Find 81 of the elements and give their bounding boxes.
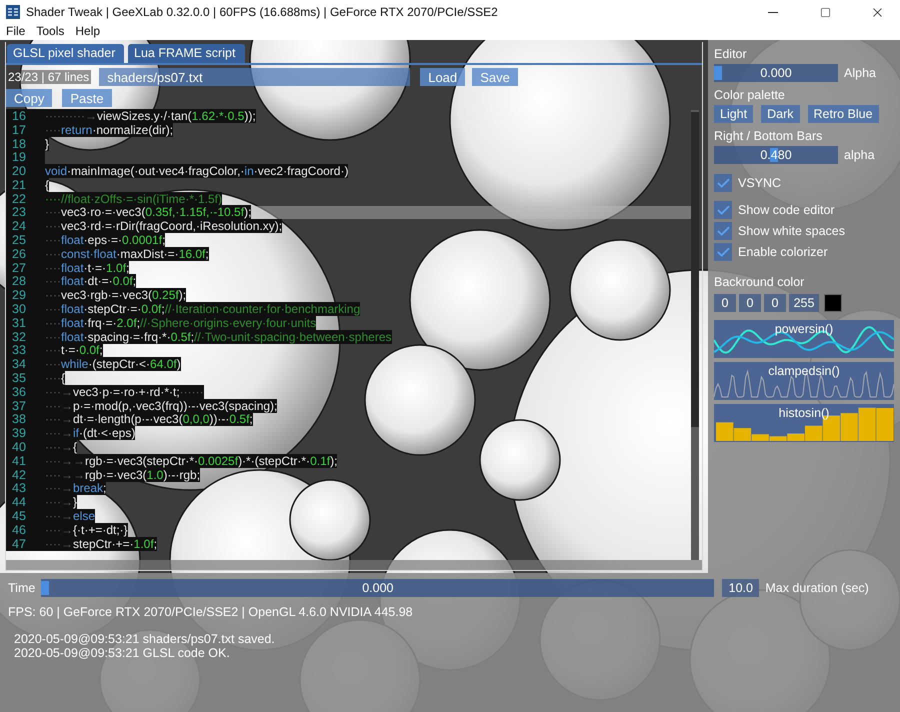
- line-number: 26: [6, 246, 45, 261]
- log-line: 2020-05-09@09:53:21 GLSL code OK.: [14, 646, 231, 660]
- line-number: 21: [6, 178, 45, 192]
- palette-button[interactable]: Dark: [761, 105, 800, 123]
- duration-field[interactable]: 10.0: [722, 579, 760, 597]
- color-channel-field[interactable]: 0: [714, 294, 736, 312]
- line-number: 28: [6, 274, 45, 288]
- slider-thumb[interactable]: [41, 581, 50, 595]
- line-number: 33: [6, 344, 45, 358]
- line-number: 17: [6, 122, 45, 137]
- plot-title: clampedsin(): [767, 364, 841, 378]
- line-number: 18: [6, 136, 45, 150]
- section-title: Color palette: [714, 88, 786, 102]
- clipboard-button[interactable]: Copy: [6, 89, 52, 107]
- line-number: 16: [6, 109, 45, 123]
- line-number: 38: [6, 412, 45, 426]
- slider-thumb[interactable]: [714, 66, 722, 80]
- checkbox-label: Show white spaces: [738, 224, 846, 238]
- time-slider[interactable]: 0.000: [41, 579, 714, 597]
- line-number: 36: [6, 384, 45, 399]
- color-channel-field[interactable]: 0: [739, 294, 761, 312]
- line-number: 40: [6, 440, 45, 454]
- line-number: 35: [6, 371, 45, 385]
- slider-label: Alpha: [844, 66, 876, 80]
- line-number: 27: [6, 260, 45, 275]
- line-number: 25: [6, 233, 45, 247]
- horizontal-scrollbar[interactable]: [6, 560, 702, 570]
- palette-button[interactable]: Light: [714, 105, 754, 123]
- slider-label: alpha: [844, 148, 875, 162]
- color-channel-field[interactable]: 255: [789, 294, 819, 312]
- tab[interactable]: GLSL pixel shader: [7, 44, 124, 63]
- checkbox[interactable]: [714, 174, 732, 192]
- line-number: 45: [6, 509, 45, 523]
- window-title: Shader Tweak | GeeXLab 0.32.0.0 | 60FPS (16.688ms) | GeForce RTX 2070/PCIe/SSE2: [26, 5, 499, 19]
- alpha-slider[interactable]: 0.000: [714, 64, 838, 82]
- section-title: Right / Bottom Bars: [714, 129, 824, 143]
- line-number: 47: [6, 536, 45, 550]
- line-number: 22: [6, 192, 45, 206]
- line-number: 30: [6, 302, 45, 316]
- line-number: 31: [6, 316, 45, 330]
- plot-title: powersin(): [774, 322, 834, 336]
- line-number: 37: [6, 398, 45, 413]
- menu-item[interactable]: File: [6, 24, 26, 38]
- file-path-field[interactable]: shaders/ps07.txt: [99, 68, 410, 86]
- line-number: 24: [6, 219, 45, 234]
- menu-item[interactable]: Tools: [36, 24, 64, 38]
- line-number: 19: [6, 150, 45, 164]
- line-number: 43: [6, 482, 45, 496]
- tab[interactable]: Lua FRAME script: [128, 44, 245, 63]
- scrollbar[interactable]: [691, 110, 699, 560]
- line-number: 29: [6, 288, 45, 302]
- app-icon: [6, 5, 20, 19]
- file-button[interactable]: Load: [420, 68, 466, 86]
- line-number: 41: [6, 454, 45, 468]
- section-title: Editor: [714, 47, 748, 61]
- checkbox[interactable]: [714, 201, 732, 219]
- line-number: 20: [6, 164, 45, 178]
- maximize-icon: [820, 6, 830, 18]
- line-number: 46: [6, 522, 45, 537]
- checkbox[interactable]: [714, 222, 732, 240]
- checkbox-label: Enable colorizer: [738, 245, 828, 259]
- section-title: Backround color: [714, 275, 806, 289]
- checkbox[interactable]: [714, 243, 732, 261]
- line-number: 44: [6, 495, 45, 510]
- palette-button[interactable]: Retro Blue: [808, 105, 879, 123]
- line-number: 32: [6, 330, 45, 344]
- color-channel-field[interactable]: 0: [764, 294, 786, 312]
- log-line: 2020-05-09@09:53:21 shaders/ps07.txt saved.: [14, 632, 276, 646]
- color-swatch[interactable]: [824, 294, 842, 312]
- status-text: FPS: 60 | GeForce RTX 2070/PCIe/SSE2 | OpenGL 4.6.0 NVIDIA 445.98: [8, 605, 414, 619]
- menu-item[interactable]: Help: [75, 24, 100, 38]
- line-number: 34: [6, 357, 45, 372]
- line-number: 42: [6, 468, 45, 482]
- time-label: Time: [8, 581, 36, 595]
- alpha-slider[interactable]: 0.480: [714, 146, 838, 164]
- line-number: 23: [6, 206, 45, 220]
- line-number: 39: [6, 426, 45, 440]
- checkbox-label: Show code editor: [738, 203, 835, 217]
- plot-title: histosin(): [778, 406, 830, 420]
- checkbox-label: VSYNC: [738, 176, 782, 190]
- duration-label: Max duration (sec): [765, 581, 869, 595]
